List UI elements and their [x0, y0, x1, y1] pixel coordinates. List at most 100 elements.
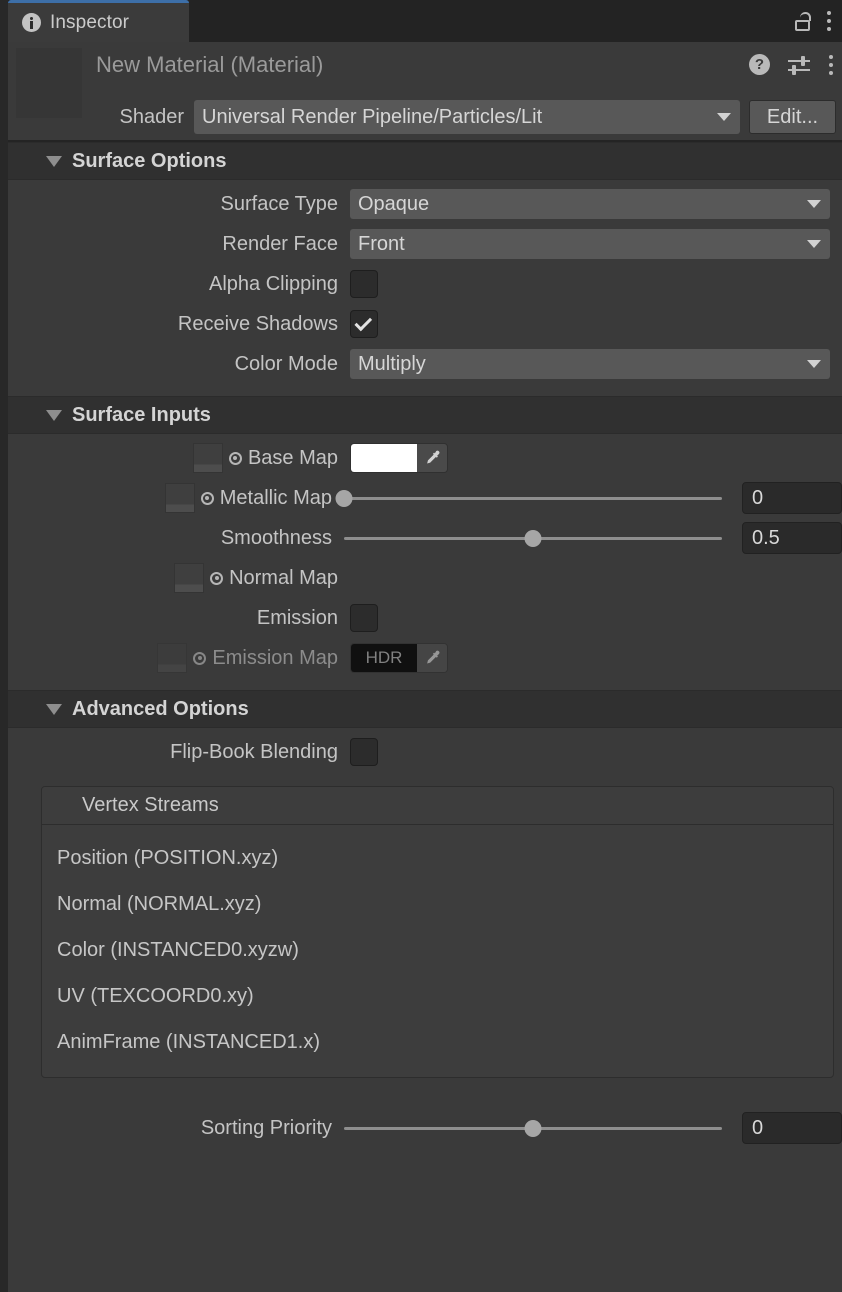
chevron-down-icon [717, 113, 731, 121]
check-icon [354, 313, 372, 331]
target-icon [210, 572, 223, 585]
row-alpha-clipping: Alpha Clipping [8, 264, 842, 304]
texture-slot-metallic-map[interactable] [165, 483, 195, 513]
tab-inspector[interactable]: Inspector [8, 0, 189, 42]
list-item[interactable]: Color (INSTANCED0.xyzw) [42, 927, 833, 973]
label-emission-map: Emission Map [212, 647, 338, 670]
eyedropper-icon [423, 649, 441, 667]
chevron-down-icon [807, 200, 821, 208]
section-header-surface-inputs[interactable]: Surface Inputs [8, 396, 842, 434]
slider-track [344, 497, 722, 500]
row-smoothness: Smoothness 0.5 [8, 518, 842, 558]
checkbox-flipbook-blending[interactable] [350, 738, 378, 766]
row-metallic-map: Metallic Map 0 [8, 478, 842, 518]
label-normal-map: Normal Map [229, 567, 338, 590]
texture-slot-normal-map[interactable] [174, 563, 204, 593]
material-kebab-menu-icon[interactable] [828, 55, 834, 75]
row-normal-map: Normal Map [8, 558, 842, 598]
vertex-streams-list[interactable]: Position (POSITION.xyz) Normal (NORMAL.x… [42, 825, 833, 1077]
dropdown-render-face-value: Front [358, 233, 405, 256]
dropdown-surface-type[interactable]: Opaque [350, 189, 830, 219]
color-swatch-emission-map: HDR [351, 644, 417, 672]
section-body-surface-inputs: Base Map [8, 434, 842, 690]
slider-knob[interactable] [525, 530, 542, 547]
section-title-surface-options: Surface Options [72, 150, 226, 173]
row-sorting-priority: Sorting Priority 0 [8, 1108, 842, 1148]
dropdown-render-face[interactable]: Front [350, 229, 830, 259]
target-icon [193, 652, 206, 665]
row-color-mode: Color Mode Multiply [8, 344, 842, 384]
tab-inspector-label: Inspector [50, 12, 129, 34]
checkbox-receive-shadows[interactable] [350, 310, 378, 338]
section-header-surface-options[interactable]: Surface Options [8, 142, 842, 180]
eyedropper-button-emission-map[interactable] [417, 644, 447, 672]
numeric-input-sorting-priority[interactable]: 0 [742, 1112, 842, 1144]
shader-dropdown-value: Universal Render Pipeline/Particles/Lit [202, 106, 542, 129]
row-render-face: Render Face Front [8, 224, 842, 264]
row-receive-shadows: Receive Shadows [8, 304, 842, 344]
preset-sliders-icon[interactable] [788, 55, 810, 75]
chevron-down-icon [46, 156, 62, 167]
chevron-down-icon [46, 410, 62, 421]
color-field-emission-map[interactable]: HDR [350, 643, 448, 673]
color-swatch-base-map [351, 444, 417, 472]
info-icon [22, 13, 41, 32]
texture-slot-base-map[interactable] [193, 443, 223, 473]
tab-bar: Inspector [0, 0, 842, 42]
texture-slot-emission-map[interactable] [157, 643, 187, 673]
inspector-window: Inspector New Material (Material) ? Shad… [0, 0, 842, 1292]
slider-knob[interactable] [336, 490, 353, 507]
label-base-map: Base Map [248, 447, 338, 470]
section-body-advanced-options: Flip-Book Blending Vertex Streams Positi… [8, 728, 842, 1160]
slider-metallic-map[interactable] [344, 483, 722, 513]
chevron-down-icon [807, 360, 821, 368]
label-flipbook-blending: Flip-Book Blending [8, 741, 350, 764]
label-emission: Emission [8, 607, 350, 630]
dropdown-color-mode[interactable]: Multiply [350, 349, 830, 379]
dropdown-color-mode-value: Multiply [358, 353, 426, 376]
label-smoothness: Smoothness [221, 527, 332, 550]
tabbar-kebab-menu-icon[interactable] [826, 11, 832, 31]
checkbox-alpha-clipping[interactable] [350, 270, 378, 298]
row-emission: Emission [8, 598, 842, 638]
row-surface-type: Surface Type Opaque [8, 184, 842, 224]
hdr-badge: HDR [366, 648, 403, 668]
target-icon [229, 452, 242, 465]
numeric-input-metallic-map[interactable]: 0 [742, 482, 842, 514]
shader-row: Shader Universal Render Pipeline/Particl… [8, 98, 842, 136]
section-title-advanced-options: Advanced Options [72, 698, 249, 721]
shader-dropdown[interactable]: Universal Render Pipeline/Particles/Lit [194, 100, 740, 134]
row-emission-map: Emission Map HDR [8, 638, 842, 678]
material-title: New Material (Material) [96, 52, 323, 78]
help-icon[interactable]: ? [749, 54, 770, 75]
target-icon [201, 492, 214, 505]
vertex-streams-header: Vertex Streams [42, 787, 833, 825]
shader-label: Shader [8, 106, 194, 129]
label-receive-shadows: Receive Shadows [8, 313, 350, 336]
slider-sorting-priority[interactable] [344, 1113, 722, 1143]
label-render-face: Render Face [8, 233, 350, 256]
shader-edit-button[interactable]: Edit... [749, 100, 836, 134]
eyedropper-button-base-map[interactable] [417, 444, 447, 472]
list-item[interactable]: Normal (NORMAL.xyz) [42, 881, 833, 927]
row-base-map: Base Map [8, 438, 842, 478]
dropdown-surface-type-value: Opaque [358, 193, 429, 216]
row-flipbook-blending: Flip-Book Blending [8, 732, 842, 772]
checkbox-emission[interactable] [350, 604, 378, 632]
slider-smoothness[interactable] [344, 523, 722, 553]
section-header-advanced-options[interactable]: Advanced Options [8, 690, 842, 728]
numeric-input-smoothness[interactable]: 0.5 [742, 522, 842, 554]
label-sorting-priority: Sorting Priority [8, 1117, 344, 1140]
eyedropper-icon [423, 449, 441, 467]
label-metallic-map: Metallic Map [220, 487, 332, 510]
list-item[interactable]: AnimFrame (INSTANCED1.x) [42, 1019, 833, 1065]
list-item[interactable]: UV (TEXCOORD0.xy) [42, 973, 833, 1019]
list-item[interactable]: Position (POSITION.xyz) [42, 835, 833, 881]
material-header-actions: ? [749, 54, 834, 75]
color-field-base-map[interactable] [350, 443, 448, 473]
label-color-mode: Color Mode [8, 353, 350, 376]
section-title-surface-inputs: Surface Inputs [72, 404, 211, 427]
slider-knob[interactable] [525, 1120, 542, 1137]
tabbar-actions [795, 0, 832, 42]
lock-icon[interactable] [795, 12, 812, 31]
